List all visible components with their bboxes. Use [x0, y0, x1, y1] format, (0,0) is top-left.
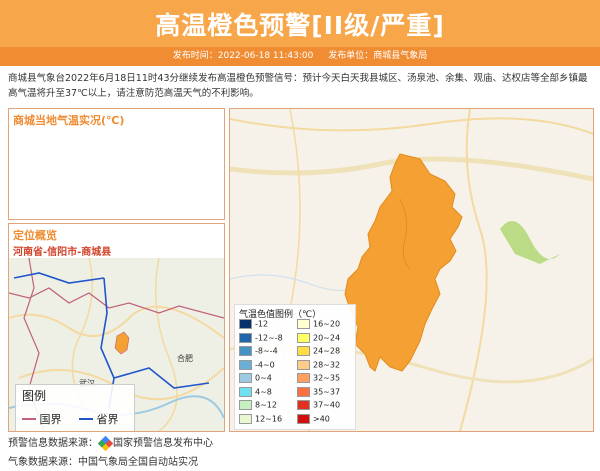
legend-item-left: -12: [239, 319, 268, 329]
location-path: 河南省-信阳市-商城县: [13, 247, 112, 258]
legend-label: 16~20: [313, 319, 341, 329]
publish-unit: 发布单位：商城县气象局: [328, 51, 428, 61]
legend-item-right: 16~20: [297, 319, 340, 329]
legend-swatch: [297, 386, 310, 397]
overview-legend: 图例 国界 省界: [15, 384, 135, 431]
legend-item-left: 4~8: [239, 386, 272, 397]
location-panel: 定位概览 河南省-信阳市-商城县 合肥 武汉 图例 国界 省界: [8, 223, 225, 432]
legend-label: 37~40: [313, 400, 341, 410]
warning-source-label: 预警信息数据来源：: [8, 438, 98, 449]
legend-label: -12: [255, 319, 269, 329]
warning-source-line: 预警信息数据来源： 国家预警信息发布中心: [8, 434, 213, 451]
legend-swatch: [297, 400, 310, 410]
legend-swatch: [239, 373, 252, 383]
warning-description: 商城县气象台2022年6月18日11时43分继续发布高温橙色预警信号：预计今天白…: [8, 73, 588, 99]
legend-label: 20~24: [313, 333, 341, 342]
legend-item-right: 32~35: [297, 373, 340, 383]
legend-label: 32~35: [313, 373, 341, 383]
hefei-label: 合肥: [177, 353, 193, 363]
legend-label: 12~16: [255, 414, 283, 423]
legend-label: 0~4: [255, 373, 272, 383]
legend-item-left: 0~4: [239, 373, 272, 383]
legend-label: 4~8: [255, 387, 272, 396]
legend-swatch: [297, 346, 310, 356]
legend-swatch: [297, 319, 310, 329]
legend-item-right: >40: [297, 413, 330, 424]
location-panel-title: 定位概览: [13, 229, 57, 242]
legend-item-left: 12~16: [239, 413, 283, 424]
legend-swatch: [239, 359, 252, 370]
legend-label: 8~12: [255, 400, 277, 410]
temperature-legend: 气温色值图例（℃） -12 -12~-8 -8~-4 -4~0 0~4 4~8 8~12 12…: [234, 304, 356, 430]
legend-label: 24~28: [313, 346, 341, 356]
temperature-panel-title: 商城当地气温实况(℃): [13, 114, 125, 127]
legend-swatch: [239, 332, 252, 343]
legend-label: 28~32: [313, 360, 341, 369]
legend-item-right: 37~40: [297, 400, 340, 410]
warning-center-logo-icon: [97, 435, 114, 451]
legend-item-left: -4~0: [239, 359, 275, 370]
national-border-label: 国界: [39, 413, 62, 426]
legend-item-right: 35~37: [297, 386, 341, 397]
legend-swatch: [297, 373, 310, 383]
temperature-panel: 商城当地气温实况(℃): [8, 108, 225, 220]
legend-swatch: [239, 386, 252, 397]
warning-title: 高温橙色预警[II级/严重]: [155, 11, 445, 40]
legend-label: -4~0: [255, 360, 275, 369]
national-border-swatch: [22, 418, 36, 420]
legend-item-left: -8~-4: [239, 346, 278, 356]
legend-item-right: 24~28: [297, 346, 340, 356]
legend-label: -12~-8: [255, 333, 283, 342]
legend-label: >40: [313, 414, 330, 423]
legend-swatch: [239, 413, 252, 424]
warning-source-org[interactable]: 国家预警信息发布中心: [113, 438, 213, 449]
overview-legend-title: 图例: [22, 389, 47, 403]
province-border-swatch: [79, 418, 93, 420]
legend-item-left: -12~-8: [239, 332, 283, 343]
legend-swatch: [297, 332, 310, 343]
legend-item-right: 20~24: [297, 332, 341, 343]
warning-header: 高温橙色预警[II级/严重] 发布时间：2022-06-18 11:43:00 …: [0, 0, 600, 66]
legend-label: -8~-4: [255, 346, 278, 356]
legend-swatch: [297, 359, 310, 370]
legend-label: 35~37: [313, 387, 341, 396]
legend-item-left: 8~12: [239, 400, 277, 410]
county-map[interactable]: 气温色值图例（℃） -12 -12~-8 -8~-4 -4~0 0~4 4~8 8~12 12…: [229, 108, 594, 432]
weather-source-line: 气象数据来源：中国气象局全国自动站实况: [8, 457, 198, 468]
publish-meta: 发布时间：2022-06-18 11:43:00 发布单位：商城县气象局: [0, 47, 600, 66]
legend-swatch: [239, 400, 252, 410]
legend-swatch: [239, 319, 252, 329]
publish-time: 发布时间：2022-06-18 11:43:00: [172, 51, 314, 61]
legend-swatch: [239, 346, 252, 356]
legend-item-right: 28~32: [297, 359, 341, 370]
province-border-label: 省界: [96, 413, 119, 426]
legend-swatch: [297, 413, 310, 424]
